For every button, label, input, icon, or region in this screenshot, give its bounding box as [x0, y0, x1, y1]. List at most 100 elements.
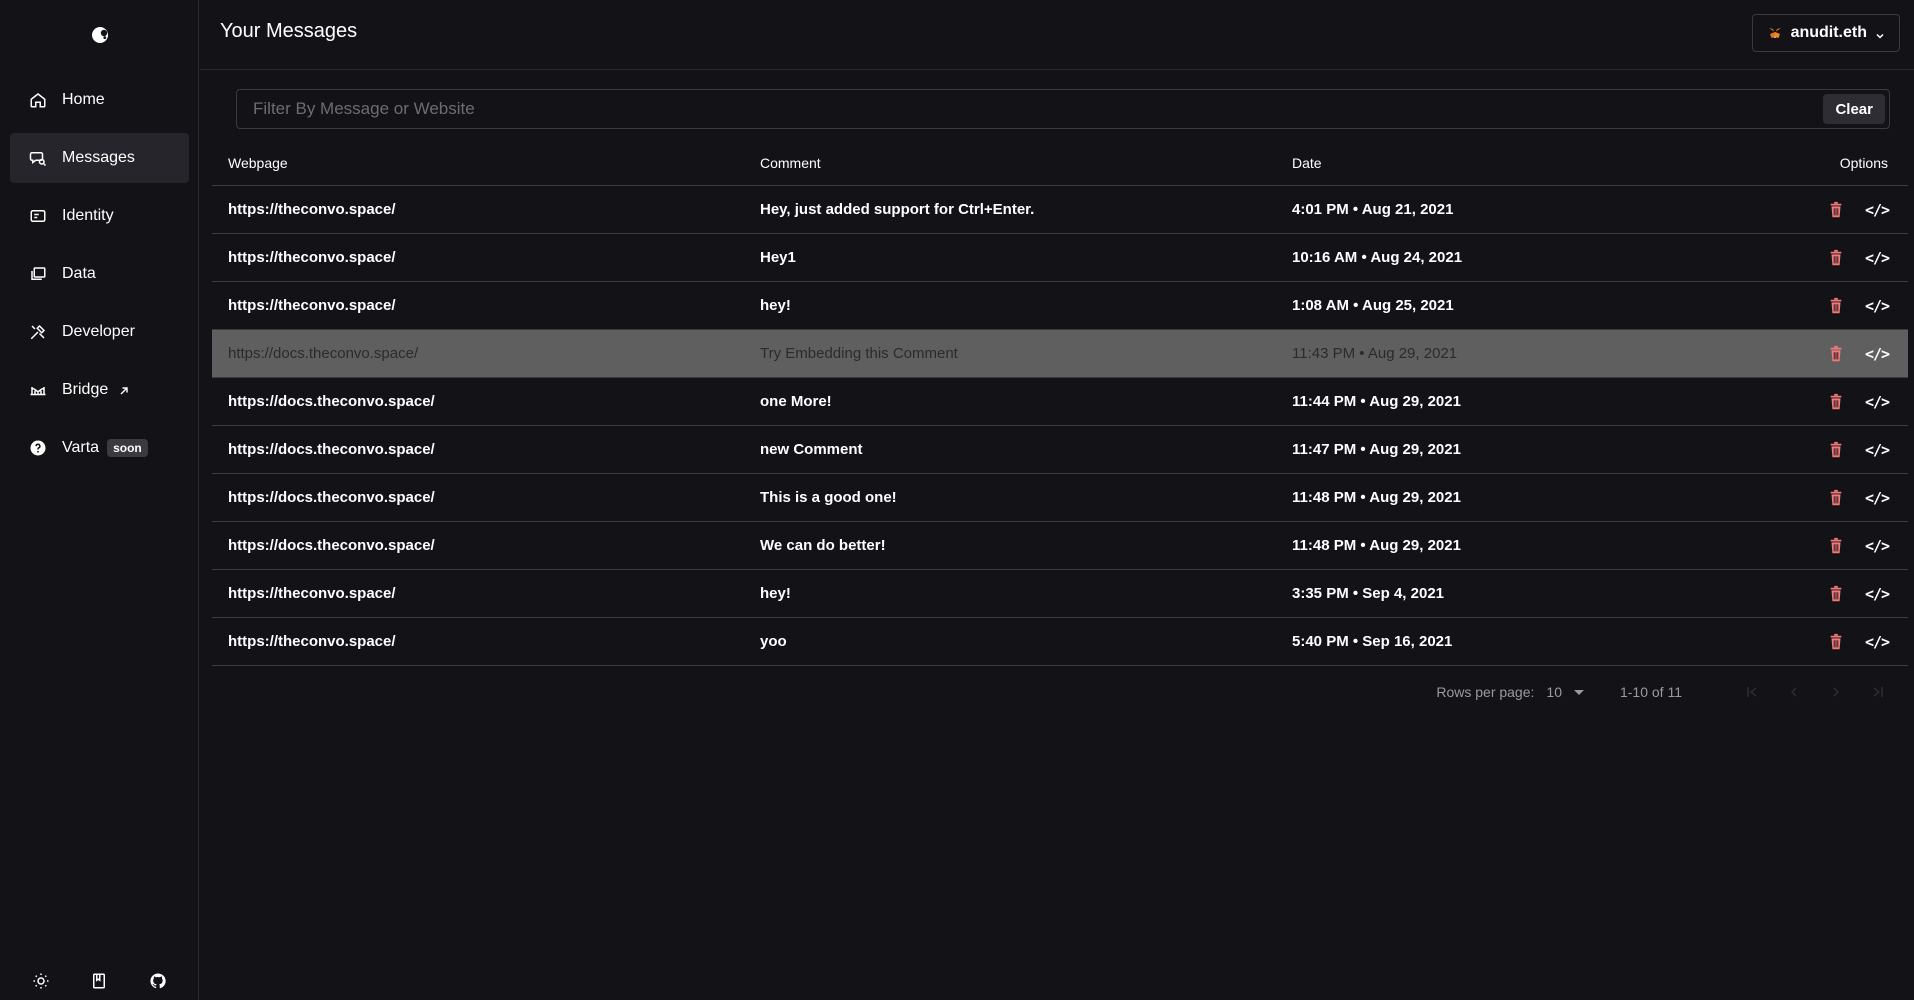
- date-cell: 11:44 PM • Aug 29, 2021: [1292, 393, 1461, 410]
- github-icon[interactable]: [148, 971, 168, 991]
- trash-icon[interactable]: [1826, 632, 1846, 652]
- code-icon[interactable]: </>: [1865, 344, 1890, 364]
- sidebar-item-developer[interactable]: Developer: [10, 307, 189, 357]
- webpage-cell[interactable]: https://theconvo.space/: [228, 234, 396, 281]
- webpage-cell[interactable]: https://docs.theconvo.space/: [228, 378, 435, 425]
- sidebar-item-varta[interactable]: Varta soon: [10, 423, 189, 473]
- trash-icon[interactable]: [1826, 392, 1846, 412]
- table-row[interactable]: https://theconvo.space/hey! 3:35 PM • Sep…: [212, 570, 1908, 618]
- webpage-cell[interactable]: https://docs.theconvo.space/: [228, 426, 435, 473]
- next-page-icon[interactable]: [1828, 684, 1844, 700]
- code-icon[interactable]: </>: [1865, 440, 1890, 460]
- column-header-options: Options: [1839, 154, 1888, 171]
- previous-page-icon[interactable]: [1786, 684, 1802, 700]
- sun-icon[interactable]: [31, 971, 51, 991]
- help-icon: [28, 438, 48, 458]
- sidebar-item-label: Identity: [62, 207, 114, 224]
- app-root: Home Messages Identity Data Developer Bridge V…: [0, 0, 1914, 1000]
- table-row[interactable]: https://docs.theconvo.space/Try Embeddin…: [212, 330, 1908, 378]
- sidebar-item-label: Home: [62, 91, 105, 108]
- logo-icon[interactable]: [88, 23, 112, 47]
- soon-badge: soon: [107, 439, 148, 457]
- sidebar-item-identity[interactable]: Identity: [10, 191, 189, 241]
- sidebar-item-home[interactable]: Home: [10, 75, 189, 125]
- comment-cell: Try Embedding this Comment: [760, 345, 958, 362]
- rows-per-page-select[interactable]: 10: [1546, 684, 1584, 700]
- trash-icon[interactable]: [1826, 584, 1846, 604]
- first-page-icon[interactable]: [1744, 684, 1760, 700]
- date-cell: 10:16 AM • Aug 24, 2021: [1292, 249, 1463, 266]
- webpage-cell[interactable]: https://docs.theconvo.space/: [228, 330, 418, 377]
- clear-button[interactable]: Clear: [1823, 94, 1885, 124]
- trash-icon[interactable]: [1826, 536, 1846, 556]
- identity-icon: [28, 206, 48, 226]
- options-cell: </>: [1826, 378, 1890, 425]
- metamask-fox-icon: [1767, 25, 1783, 41]
- trash-icon[interactable]: [1826, 440, 1846, 460]
- sidebar-item-label: Data: [62, 265, 96, 282]
- header: Your Messages anudit.eth: [200, 0, 1914, 70]
- caret-down-icon: [1573, 689, 1584, 695]
- code-icon[interactable]: </>: [1865, 632, 1890, 652]
- comment-cell: Hey, just added support for Ctrl+Enter.: [760, 201, 1035, 218]
- table-body: https://theconvo.space/Hey, just added s…: [212, 186, 1908, 666]
- trash-icon[interactable]: [1826, 296, 1846, 316]
- sidebar-item-label: Messages: [62, 149, 135, 166]
- trash-icon[interactable]: [1826, 200, 1846, 220]
- code-icon[interactable]: </>: [1865, 488, 1890, 508]
- column-header-webpage[interactable]: Webpage: [228, 140, 288, 185]
- column-header-date[interactable]: Date: [1292, 140, 1322, 185]
- table-row[interactable]: https://docs.theconvo.space/We can do be…: [212, 522, 1908, 570]
- webpage-cell[interactable]: https://docs.theconvo.space/: [228, 474, 435, 521]
- options-cell: </>: [1826, 474, 1890, 521]
- sidebar-item-messages[interactable]: Messages: [10, 133, 189, 183]
- column-header-comment[interactable]: Comment: [760, 140, 821, 185]
- trash-icon[interactable]: [1826, 488, 1846, 508]
- code-icon[interactable]: </>: [1865, 584, 1890, 604]
- webpage-cell[interactable]: https://theconvo.space/: [228, 570, 396, 617]
- trash-icon[interactable]: [1826, 344, 1846, 364]
- table-row[interactable]: https://theconvo.space/hey! 1:08 AM • Aug…: [212, 282, 1908, 330]
- comment-cell: hey!: [760, 585, 791, 602]
- table-row[interactable]: https://docs.theconvo.space/new Comment 1…: [212, 426, 1908, 474]
- chevron-down-icon: [1875, 28, 1885, 39]
- options-cell: </>: [1826, 234, 1890, 281]
- code-icon[interactable]: </>: [1865, 296, 1890, 316]
- book-icon[interactable]: [89, 971, 109, 991]
- pagination: Rows per page: 10 1-10 of 11: [1436, 684, 1886, 700]
- comment-cell: Hey1: [760, 249, 796, 266]
- code-icon[interactable]: </>: [1865, 248, 1890, 268]
- date-cell: 11:47 PM • Aug 29, 2021: [1292, 441, 1461, 458]
- options-cell: </>: [1826, 426, 1890, 473]
- comment-cell: one More!: [760, 393, 832, 410]
- table-row[interactable]: https://docs.theconvo.space/one More! 11:…: [212, 378, 1908, 426]
- sidebar-item-data[interactable]: Data: [10, 249, 189, 299]
- code-icon[interactable]: </>: [1865, 200, 1890, 220]
- webpage-cell[interactable]: https://theconvo.space/: [228, 618, 396, 665]
- filter-input[interactable]: [253, 90, 1753, 128]
- options-cell: </>: [1826, 570, 1890, 617]
- options-cell: </>: [1826, 186, 1890, 233]
- external-link-icon: [118, 384, 130, 396]
- account-menu-button[interactable]: anudit.eth: [1751, 14, 1900, 52]
- sidebar-item-bridge[interactable]: Bridge: [10, 365, 189, 415]
- table-row[interactable]: https://theconvo.space/Hey, just added s…: [212, 186, 1908, 234]
- webpage-cell[interactable]: https://theconvo.space/: [228, 186, 396, 233]
- trash-icon[interactable]: [1826, 248, 1846, 268]
- table-row[interactable]: https://theconvo.space/yoo 5:40 PM • Sep …: [212, 618, 1908, 666]
- page-title: Your Messages: [220, 20, 358, 42]
- code-icon[interactable]: </>: [1865, 392, 1890, 412]
- date-cell: 5:40 PM • Sep 16, 2021: [1292, 633, 1453, 650]
- table-row[interactable]: https://docs.theconvo.space/This is a go…: [212, 474, 1908, 522]
- webpage-cell[interactable]: https://docs.theconvo.space/: [228, 522, 435, 569]
- code-icon[interactable]: </>: [1865, 536, 1890, 556]
- sidebar-item-label: Varta: [62, 439, 100, 456]
- webpage-cell[interactable]: https://theconvo.space/: [228, 282, 396, 329]
- account-name: anudit.eth: [1790, 24, 1867, 41]
- sidebar-item-label: Bridge: [62, 381, 109, 398]
- table-row[interactable]: https://theconvo.space/Hey1 10:16 AM • Au…: [212, 234, 1908, 282]
- comment-cell: yoo: [760, 633, 787, 650]
- developer-icon: [28, 322, 48, 342]
- sidebar-footer: [0, 962, 199, 1000]
- last-page-icon[interactable]: [1870, 684, 1886, 700]
